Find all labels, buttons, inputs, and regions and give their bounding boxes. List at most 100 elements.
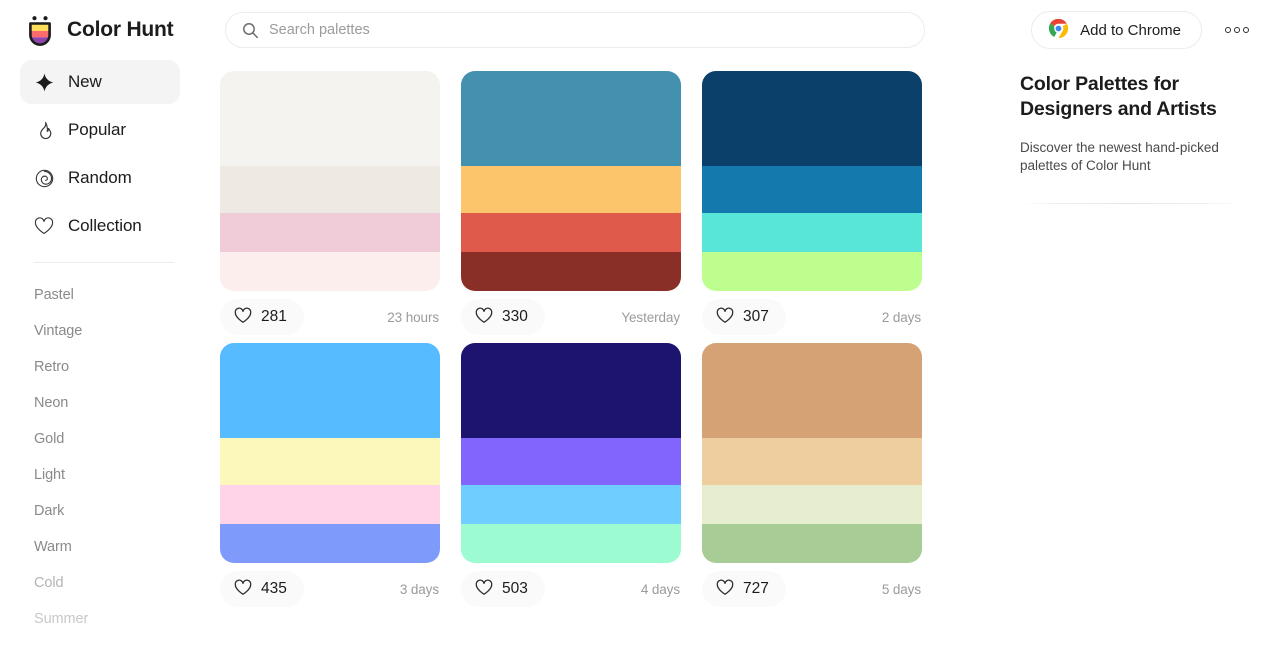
palette-swatch[interactable] [220,252,440,291]
heart-icon [716,579,734,599]
sidebar-tag-pastel[interactable]: Pastel [34,277,220,313]
palette-swatch[interactable] [220,213,440,252]
palette-meta: 330 Yesterday [461,291,681,343]
sidebar-item-label: New [68,72,102,91]
like-button[interactable]: 727 [702,571,786,607]
like-button[interactable]: 435 [220,571,304,607]
more-options-icon [1225,27,1231,33]
palette-swatch[interactable] [702,213,922,252]
sidebar-tag-retro[interactable]: Retro [34,349,220,385]
sidebar-item-new[interactable]: New [20,60,180,104]
flame-icon [34,120,54,140]
palette-swatch[interactable] [220,166,440,213]
palette-swatches[interactable] [702,71,922,291]
sidebar-item-label: Random [68,168,132,187]
palette-swatch[interactable] [461,71,681,166]
brand-name: Color Hunt [67,18,174,41]
palette-timestamp: 23 hours [387,309,439,325]
palette-meta: 281 23 hours [220,291,440,343]
palette-meta: 727 5 days [702,563,922,615]
palette-swatch[interactable] [702,438,922,485]
colorhunt-smiley-logo-icon [24,14,56,46]
palette-meta: 503 4 days [461,563,681,615]
palette-swatch[interactable] [461,438,681,485]
like-button[interactable]: 330 [461,299,545,335]
search-icon [242,22,259,39]
like-count: 435 [261,580,287,597]
like-button[interactable]: 503 [461,571,545,607]
more-options-button[interactable] [1220,13,1254,47]
palette-swatch[interactable] [461,524,681,563]
palette-swatch[interactable] [461,252,681,291]
sidebar-tag-summer[interactable]: Summer [34,601,220,637]
palette-swatch[interactable] [220,71,440,166]
palette-swatch[interactable] [461,485,681,524]
page-title: Color Palettes for Designers and Artists [1020,73,1217,120]
heart-icon [475,579,493,599]
palette-swatches[interactable] [461,71,681,291]
like-button[interactable]: 307 [702,299,786,335]
heart-icon [234,579,252,599]
palette-swatch[interactable] [702,252,922,291]
top-bar-actions: Add to Chrome [1031,11,1260,49]
info-panel: Color Palettes for Designers and Artists… [980,60,1280,657]
search-box[interactable] [225,12,925,48]
palette-card: 307 2 days [702,71,922,343]
heart-icon [34,216,54,236]
top-bar: Color Hunt Search palettes Add to Chrome [0,0,1280,60]
palette-timestamp: 5 days [881,581,921,597]
search-input[interactable] [269,13,910,47]
sidebar-item-random[interactable]: Random [20,156,180,200]
palette-swatches[interactable] [220,343,440,563]
sidebar-tag-neon[interactable]: Neon [34,385,220,421]
sidebar-tag-list: Pastel Vintage Retro Neon Gold Light Dar… [20,277,220,637]
palette-swatches[interactable] [220,71,440,291]
like-count: 727 [743,580,769,597]
brand-logo-link[interactable]: Color Hunt [24,14,200,46]
palette-swatch[interactable] [461,166,681,213]
palette-card: 435 3 days [220,343,440,615]
like-count: 330 [502,308,528,325]
palette-card: 281 23 hours [220,71,440,343]
sidebar-tag-gold[interactable]: Gold [34,421,220,457]
add-to-chrome-button[interactable]: Add to Chrome [1031,11,1202,49]
palette-swatch[interactable] [702,71,922,166]
sidebar-item-label: Collection [68,216,142,235]
palette-swatch[interactable] [702,524,922,563]
more-options-icon [1243,27,1249,33]
sidebar-tag-cold[interactable]: Cold [34,565,220,601]
sidebar-item-popular[interactable]: Popular [20,108,180,152]
sidebar-item-label: Popular [68,120,126,139]
heart-icon [234,307,252,327]
like-count: 307 [743,308,769,325]
palette-swatch[interactable] [220,485,440,524]
sidebar-tag-dark[interactable]: Dark [34,493,220,529]
like-button[interactable]: 281 [220,299,304,335]
palette-timestamp: 4 days [640,581,680,597]
sidebar-tag-vintage[interactable]: Vintage [34,313,220,349]
palette-swatches[interactable] [702,343,922,563]
sidebar-item-collection[interactable]: Collection [20,204,180,248]
heart-icon [475,307,493,327]
add-to-chrome-label: Add to Chrome [1080,21,1181,39]
palette-swatch[interactable] [702,485,922,524]
palette-swatch[interactable] [461,213,681,252]
search-bar [225,12,925,48]
palette-swatch[interactable] [220,438,440,485]
more-options-icon [1234,27,1240,33]
palette-swatch[interactable] [461,343,681,438]
palette-swatch[interactable] [220,524,440,563]
spiral-icon [34,168,54,188]
palette-swatches[interactable] [461,343,681,563]
sidebar-tag-warm[interactable]: Warm [34,529,220,565]
palette-swatch[interactable] [702,166,922,213]
palette-card: 727 5 days [702,343,922,615]
sidebar: New Popular Random Collection Pastel Vin… [0,60,220,657]
palette-card: 503 4 days [461,343,681,615]
palette-swatch[interactable] [220,343,440,438]
sidebar-tag-light[interactable]: Light [34,457,220,493]
palette-swatch[interactable] [702,343,922,438]
palette-meta: 307 2 days [702,291,922,343]
heart-icon [716,307,734,327]
main-body: New Popular Random Collection Pastel Vin… [0,60,1280,657]
